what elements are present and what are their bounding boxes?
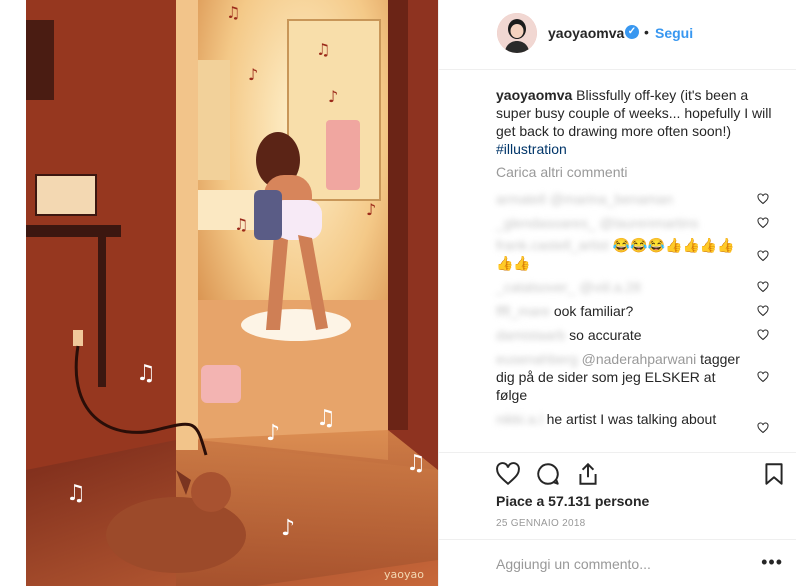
- post-date[interactable]: 25 GENNAIO 2018: [496, 518, 586, 529]
- comment-row: armatell @marina_benaman: [496, 190, 796, 208]
- comment-body: @laurenmartins: [599, 215, 699, 231]
- comment-row: _catalsover_ @viil.a.28: [496, 278, 796, 296]
- comment-row: nikki.a.l he artist I was talking about: [496, 410, 796, 428]
- comment-text: _catalsover_ @viil.a.28: [496, 278, 746, 296]
- svg-text:♪: ♪: [248, 65, 258, 84]
- comment-like-heart-icon[interactable]: [757, 329, 769, 341]
- comment-row: frank.castell_artist 😂😂😂👍👍👍👍👍👍: [496, 236, 796, 272]
- comment-row: eusenahberg @naderahparwani tagger dig p…: [496, 350, 796, 404]
- svg-text:♫: ♫: [316, 406, 336, 431]
- comment-row: _glendasoares_ @laurenmartins: [496, 214, 796, 232]
- comment-username[interactable]: nikki.a.l: [496, 411, 543, 427]
- post-illustration[interactable]: ♫ ♫ ♪ ♫ ♪ ♫ ♫ ♪ ♫ ♪ ♫ ♪ yaoyao: [26, 0, 438, 586]
- comment-like-heart-icon[interactable]: [757, 305, 769, 317]
- post-header: yaoyaomva ✓ • Segui: [439, 0, 796, 70]
- comment-body: @marina_benaman: [549, 191, 673, 207]
- caption-username[interactable]: yaoyaomva: [496, 87, 572, 103]
- svg-text:♫: ♫: [136, 361, 156, 386]
- comment-body: ook familiar?: [553, 303, 634, 319]
- comment-username[interactable]: eusenahberg: [496, 351, 578, 367]
- more-options-icon[interactable]: •••: [761, 552, 783, 573]
- comment-username[interactable]: damistaarb: [496, 327, 565, 343]
- comment-text: _glendasoares_ @laurenmartins: [496, 214, 746, 232]
- post-caption: yaoyaomva Blissfully off-key (it's been …: [496, 86, 782, 158]
- add-comment-input[interactable]: [496, 554, 736, 574]
- svg-text:♪: ♪: [266, 421, 280, 446]
- follow-button[interactable]: Segui: [655, 25, 693, 41]
- comment-text: eusenahberg @naderahparwani tagger dig p…: [496, 350, 746, 404]
- svg-text:♫: ♫: [316, 40, 330, 59]
- svg-text:♪: ♪: [328, 87, 338, 106]
- verified-badge-icon: ✓: [625, 25, 639, 39]
- svg-text:♫: ♫: [226, 3, 240, 22]
- svg-text:♫: ♫: [406, 451, 426, 476]
- comment-like-heart-icon[interactable]: [757, 193, 769, 205]
- comment-username[interactable]: _catalsover_: [496, 279, 575, 295]
- comment-username[interactable]: armatell: [496, 191, 546, 207]
- header-separator: •: [644, 24, 649, 40]
- illustration-artwork: ♫ ♫ ♪ ♫ ♪ ♫ ♫ ♪ ♫ ♪ ♫ ♪ yaoyao: [26, 0, 438, 586]
- svg-text:♫: ♫: [234, 215, 248, 234]
- comment-like-heart-icon[interactable]: [757, 250, 769, 262]
- share-icon[interactable]: [575, 461, 601, 487]
- heart-icon[interactable]: [495, 461, 521, 487]
- bookmark-icon[interactable]: [761, 461, 787, 487]
- svg-text:♫: ♫: [66, 481, 86, 506]
- comment-body: @viil.a.28: [579, 279, 641, 295]
- comment-body: he artist I was talking about: [546, 411, 717, 427]
- comment-like-heart-icon[interactable]: [757, 371, 769, 383]
- comment-body: so accurate: [569, 327, 642, 343]
- svg-text:♪: ♪: [281, 516, 295, 541]
- likes-count[interactable]: Piace a 57.131 persone: [496, 493, 649, 509]
- comment-text: damistaarb so accurate: [496, 326, 746, 344]
- comment-text: fffl_mare ook familiar?: [496, 302, 746, 320]
- caption-hashtag[interactable]: #illustration: [496, 141, 567, 157]
- comment-text: nikki.a.l he artist I was talking about: [496, 410, 746, 428]
- comment-row: fffl_mare ook familiar?: [496, 302, 796, 320]
- post-sidebar: yaoyaomva ✓ • Segui yaoyaomva Blissfully…: [438, 0, 796, 586]
- svg-text:♪: ♪: [366, 200, 376, 219]
- comment-text: armatell @marina_benaman: [496, 190, 746, 208]
- comment-like-heart-icon[interactable]: [757, 422, 769, 434]
- comment-like-heart-icon[interactable]: [757, 217, 769, 229]
- comment-username[interactable]: fffl_mare: [496, 303, 550, 319]
- comment-row: damistaarb so accurate: [496, 326, 796, 344]
- comment-icon[interactable]: [535, 461, 561, 487]
- add-comment-bar: •••: [439, 539, 796, 586]
- comment-text: frank.castell_artist 😂😂😂👍👍👍👍👍👍: [496, 236, 746, 272]
- avatar[interactable]: [497, 13, 537, 53]
- artist-signature: yaoyao: [384, 568, 424, 581]
- avatar-portrait-icon: [497, 13, 537, 53]
- comment-username[interactable]: frank.castell_artist: [496, 237, 609, 253]
- comments-list[interactable]: yaoyaomva Blissfully off-key (it's been …: [439, 72, 796, 452]
- comment-username[interactable]: _glendasoares_: [496, 215, 596, 231]
- comment-like-heart-icon[interactable]: [757, 281, 769, 293]
- header-username[interactable]: yaoyaomva: [548, 25, 624, 41]
- load-more-comments-button[interactable]: Carica altri commenti: [496, 164, 627, 180]
- post-actions-bar: [439, 452, 796, 492]
- comment-mention[interactable]: @naderahparwani: [582, 351, 697, 367]
